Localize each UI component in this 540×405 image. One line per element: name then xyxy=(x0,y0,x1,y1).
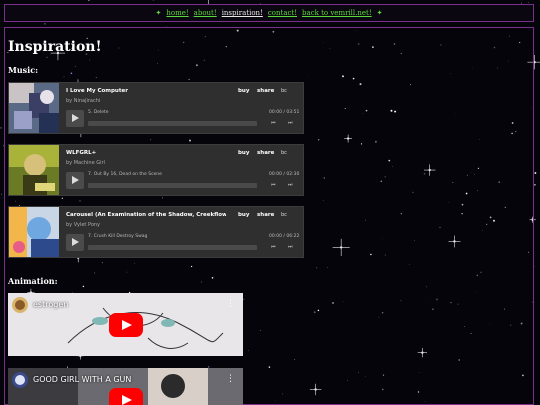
progress-bar[interactable] xyxy=(88,183,257,188)
animation-heading: Animation: xyxy=(8,276,58,286)
track-name: 7. Out By 16, Dead on the Scene xyxy=(88,172,162,177)
bandcamp-player: I Love My Computer by Ninajirachi buy sh… xyxy=(8,82,304,134)
play-button[interactable] xyxy=(66,110,84,127)
next-track-icon[interactable]: ⏭ xyxy=(288,244,292,250)
track-time: 00:00 / 02:30 xyxy=(269,172,300,177)
next-track-icon[interactable]: ⏭ xyxy=(288,120,292,126)
album-art[interactable] xyxy=(9,145,59,195)
channel-avatar[interactable] xyxy=(12,372,28,388)
bandcamp-player: WLFGRL+ by Machine Girl buy share bc 7. … xyxy=(8,144,304,196)
share-link[interactable]: share xyxy=(257,212,274,218)
artist-name[interactable]: by Vylet Pony xyxy=(66,222,100,228)
video-title[interactable]: GOOD GIRL WITH A GUN xyxy=(33,375,131,384)
share-link[interactable]: share xyxy=(257,88,274,94)
nav-link-about[interactable]: about! xyxy=(194,9,217,17)
nav-link-inspiration[interactable]: inspiration! xyxy=(222,9,263,17)
album-art[interactable] xyxy=(9,207,59,257)
artist-name[interactable]: by Machine Girl xyxy=(66,160,105,166)
channel-avatar[interactable] xyxy=(12,297,28,313)
nav-link-contact[interactable]: contact! xyxy=(268,9,297,17)
youtube-embed[interactable]: GOOD GIRL WITH A GUN ⋮ xyxy=(8,368,243,405)
progress-bar[interactable] xyxy=(88,121,257,126)
youtube-play-button[interactable] xyxy=(109,313,143,337)
previous-track-icon[interactable]: ⏮ xyxy=(271,182,275,188)
album-title[interactable]: Carousel (An Examination of the Shadow, … xyxy=(66,212,226,218)
share-link[interactable]: share xyxy=(257,150,274,156)
bandcamp-logo-icon[interactable]: bc xyxy=(281,150,287,156)
nav-link-back[interactable]: back to vemrill.net! xyxy=(302,9,372,17)
page-title: Inspiration! xyxy=(8,39,102,55)
bandcamp-player: Carousel (An Examination of the Shadow, … xyxy=(8,206,304,258)
previous-track-icon[interactable]: ⏮ xyxy=(271,244,275,250)
album-title[interactable]: I Love My Computer xyxy=(66,88,128,94)
play-button[interactable] xyxy=(66,172,84,189)
track-time: 00:00 / 06:22 xyxy=(269,234,300,239)
artist-name[interactable]: by Ninajirachi xyxy=(66,98,100,104)
youtube-play-button[interactable] xyxy=(109,388,143,405)
bandcamp-logo-icon[interactable]: bc xyxy=(281,212,287,218)
album-title[interactable]: WLFGRL+ xyxy=(66,150,96,156)
album-art[interactable] xyxy=(9,83,59,133)
youtube-embed[interactable]: estrogen ⋮ xyxy=(8,293,243,356)
track-time: 00:00 / 03:51 xyxy=(269,110,300,115)
previous-track-icon[interactable]: ⏮ xyxy=(271,120,275,126)
buy-link[interactable]: buy xyxy=(238,212,249,218)
bandcamp-logo-icon[interactable]: bc xyxy=(281,88,287,94)
nav-star-icon: ✦ xyxy=(376,9,383,17)
more-options-icon[interactable]: ⋮ xyxy=(226,374,235,384)
play-button[interactable] xyxy=(66,234,84,251)
track-name: 5. Delete xyxy=(88,110,109,115)
more-options-icon[interactable]: ⋮ xyxy=(226,299,235,309)
nav-link-home[interactable]: home! xyxy=(166,9,188,17)
nav-star-icon: ✦ xyxy=(155,9,162,17)
video-title[interactable]: estrogen xyxy=(33,300,68,309)
buy-link[interactable]: buy xyxy=(238,88,249,94)
next-track-icon[interactable]: ⏭ xyxy=(288,182,292,188)
progress-bar[interactable] xyxy=(88,245,257,250)
track-name: 7. Crush Kill Destroy Swag xyxy=(88,234,148,239)
music-heading: Music: xyxy=(8,65,39,75)
top-nav: ✦ home! about! inspiration! contact! bac… xyxy=(4,4,534,22)
buy-link[interactable]: buy xyxy=(238,150,249,156)
